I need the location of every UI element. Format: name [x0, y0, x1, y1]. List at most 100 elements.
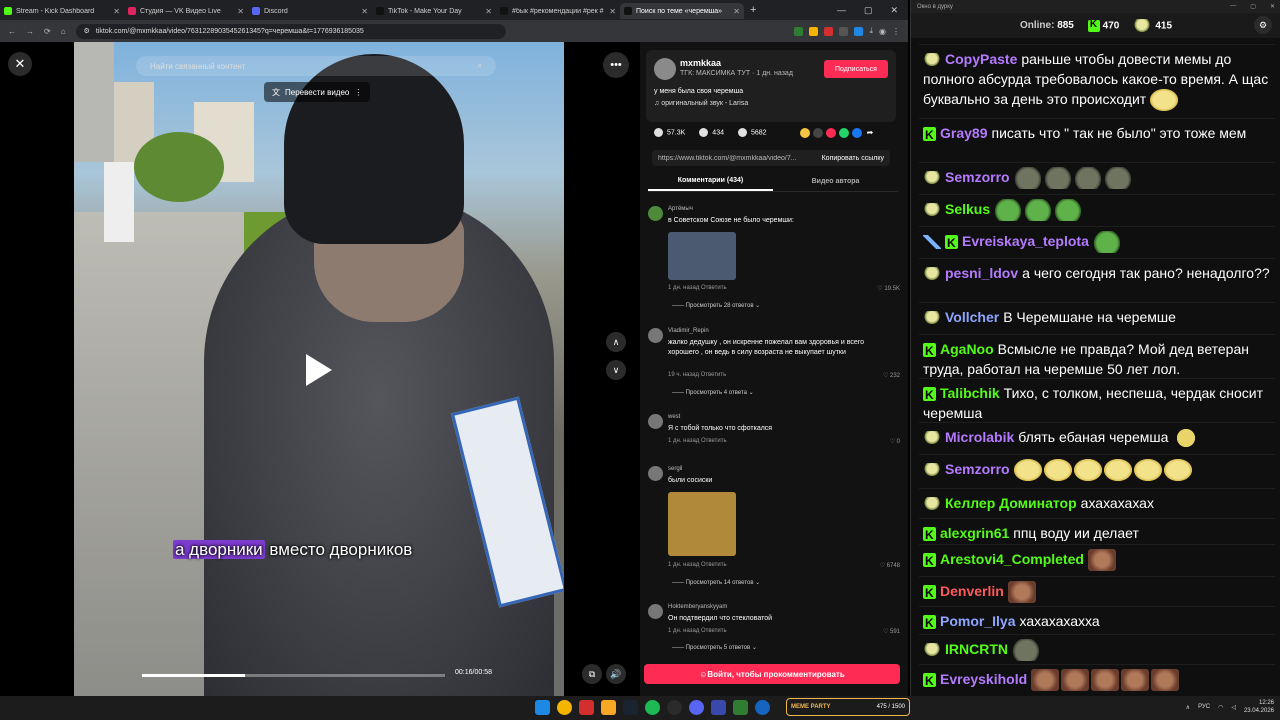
meme-party-widget[interactable]: MEME PARTY 475 / 1500 [786, 698, 910, 716]
browser-tab[interactable]: Студия — VK Видео Live ✕ [124, 3, 248, 19]
view-replies-button[interactable]: —— Просмотреть 4 ответа ⌄ [672, 389, 754, 396]
chat-username[interactable]: alexgrin61 [940, 525, 1009, 541]
view-replies-button[interactable]: —— Просмотреть 14 ответов ⌄ [672, 579, 760, 586]
chat-username[interactable]: Келлер Доминатор [945, 495, 1077, 511]
language-indicator[interactable]: РУС [1198, 704, 1210, 710]
tab-close-icon[interactable]: ✕ [485, 7, 492, 16]
chat-username[interactable]: Arestovi4_Completed [940, 551, 1084, 567]
url-field[interactable]: ⚙ tiktok.com/@mxmkkaa/video/763122890354… [75, 23, 506, 39]
extension-icon[interactable] [794, 26, 804, 36]
chat-username[interactable]: AgaNoo [940, 341, 994, 357]
tab-author-videos[interactable]: Видео автора [773, 172, 898, 191]
save-button[interactable]: 5682 [737, 128, 767, 137]
commenter-name[interactable]: sergil [668, 466, 682, 472]
like-button[interactable]: 57.3K [654, 128, 685, 137]
close-window-icon[interactable]: ✕ [890, 5, 898, 16]
comment-meta[interactable]: 19 ч. назад Ответить [668, 372, 726, 378]
whatsapp-icon[interactable] [839, 128, 849, 138]
commenter-name[interactable]: Hoktemberyanskyyam [668, 604, 727, 610]
app-icon[interactable] [579, 700, 594, 715]
extension-icon[interactable] [854, 26, 864, 36]
comment-likes[interactable]: ♡ 6748 [880, 562, 900, 569]
extension-icon[interactable] [809, 26, 819, 36]
more-options-button[interactable]: ••• [603, 52, 629, 78]
commenter-avatar[interactable] [648, 328, 663, 343]
chat-username[interactable]: Evreyskihold [940, 671, 1027, 687]
facebook-icon[interactable] [852, 128, 862, 138]
steam-icon[interactable] [623, 700, 638, 715]
folder-icon[interactable] [601, 700, 616, 715]
commenter-avatar[interactable] [648, 604, 663, 619]
commenter-avatar[interactable] [648, 466, 663, 481]
close-video-button[interactable]: ✕ [8, 52, 32, 76]
video-progress-bar[interactable] [142, 674, 445, 677]
close-window-icon[interactable]: ✕ [1270, 3, 1275, 10]
download-icon[interactable]: ⤓ [869, 26, 873, 36]
volume-icon[interactable]: ◁ [1231, 704, 1236, 711]
reload-icon[interactable]: ⟳ [44, 27, 51, 36]
comment-likes[interactable]: ♡ 0 [890, 438, 900, 445]
comment-likes[interactable]: ♡ 19.5K [877, 285, 900, 292]
share-arrow-icon[interactable]: ➦ [865, 128, 875, 138]
chat-username[interactable]: Vollcher [945, 309, 999, 325]
windows-start-icon[interactable] [535, 700, 550, 715]
chrome-icon[interactable] [557, 700, 572, 715]
comment-meta[interactable]: 1 дн. назад Ответить [668, 438, 727, 444]
author-avatar[interactable] [654, 58, 676, 80]
chat-username[interactable]: Semzorro [945, 461, 1010, 477]
maximize-icon[interactable]: ▢ [1250, 3, 1256, 10]
tray-chevron-icon[interactable]: ∧ [1186, 704, 1190, 711]
tab-comments[interactable]: Комментарии (434) [648, 172, 773, 191]
extension-icon[interactable] [839, 26, 849, 36]
commenter-name[interactable]: west [668, 414, 680, 420]
menu-icon[interactable]: ⋮ [892, 27, 900, 36]
minimize-icon[interactable]: — [1230, 3, 1236, 10]
more-icon[interactable]: ⋮ [354, 88, 362, 97]
chat-username[interactable]: CopyPaste [945, 51, 1017, 67]
video-link[interactable]: https://www.tiktok.com/@mxmkkaa/video/7.… [658, 155, 808, 162]
comment-image[interactable] [668, 492, 736, 556]
commenter-avatar[interactable] [648, 206, 663, 221]
chat-username[interactable]: pesni_ldov [945, 265, 1018, 281]
sound-link[interactable]: ♫ оригинальный звук - Larisa [654, 100, 748, 107]
volume-button[interactable]: 🔊 [606, 664, 626, 684]
minimize-icon[interactable]: — [837, 5, 846, 16]
comment-meta[interactable]: 1 дн. назад Ответить [668, 628, 727, 634]
app-icon[interactable] [733, 700, 748, 715]
browser-tab[interactable]: TikTok - Make Your Day ✕ [372, 3, 496, 19]
tab-close-icon[interactable]: ✕ [113, 7, 120, 16]
play-icon[interactable] [306, 354, 332, 386]
translate-video-button[interactable]: 文 Перевести видео ⋮ [264, 82, 371, 102]
chat-username[interactable]: Denverlin [940, 583, 1004, 599]
obs-icon[interactable] [667, 700, 682, 715]
search-icon[interactable]: ⌕ [478, 61, 482, 71]
commenter-avatar[interactable] [648, 414, 663, 429]
browser-tab[interactable]: Поиск по теме «черемша» ✕ [620, 3, 744, 19]
coin-icon[interactable] [800, 128, 810, 138]
comment-meta[interactable]: 1 дн. назад Ответить [668, 285, 727, 291]
profile-icon[interactable]: ◉ [879, 27, 886, 36]
view-replies-button[interactable]: —— Просмотреть 28 ответов ⌄ [672, 302, 760, 309]
video-player[interactable]: Найти связанный контент ⌕ 文 Перевести ви… [74, 42, 564, 696]
next-video-button[interactable]: ∨ [606, 360, 626, 380]
browser-tab[interactable]: Discord ✕ [248, 3, 372, 19]
forward-icon[interactable]: → [26, 27, 34, 36]
follow-button[interactable]: Подписаться [824, 60, 888, 78]
chat-username[interactable]: Microlabik [945, 429, 1014, 445]
chat-username[interactable]: Semzorro [945, 169, 1010, 185]
new-tab-button[interactable]: + [744, 4, 762, 16]
embed-icon[interactable] [813, 128, 823, 138]
clock[interactable]: 12:26 23.04.2026 [1244, 699, 1274, 715]
browser-tab[interactable]: #бык #рекомендации #рек # ✕ [496, 3, 620, 19]
previous-video-button[interactable]: ∧ [606, 332, 626, 352]
view-replies-button[interactable]: —— Просмотреть 5 ответов ⌄ [672, 644, 757, 651]
chat-username[interactable]: Evreiskaya_teplota [962, 233, 1089, 249]
spotify-icon[interactable] [645, 700, 660, 715]
chat-username[interactable]: Pomor_Ilya [940, 613, 1015, 629]
tab-close-icon[interactable]: ✕ [733, 7, 740, 16]
comment-button[interactable]: 434 [699, 128, 724, 137]
browser-tab[interactable]: Stream - Kick Dashboard ✕ [0, 3, 124, 19]
discord-icon[interactable] [689, 700, 704, 715]
author-username[interactable]: mxmkkaa [680, 58, 721, 68]
tab-close-icon[interactable]: ✕ [609, 7, 616, 16]
